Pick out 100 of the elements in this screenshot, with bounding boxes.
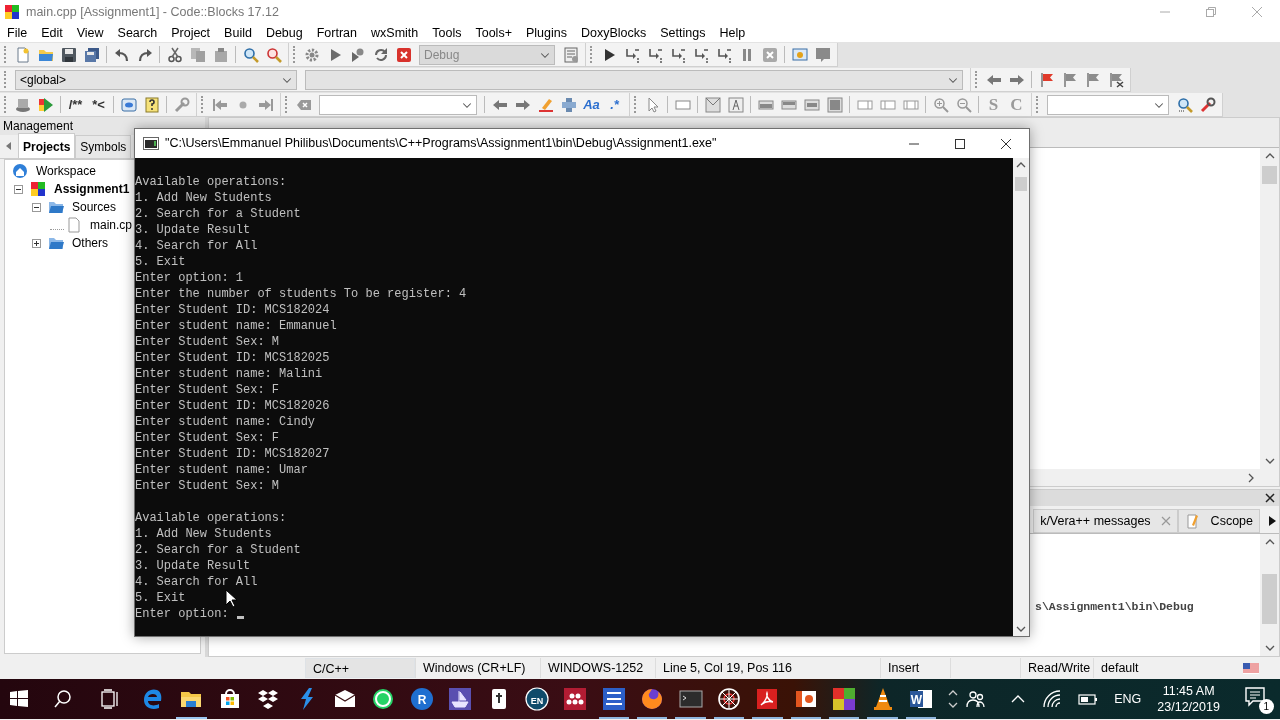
gear-icon[interactable] xyxy=(303,46,320,63)
cut-icon[interactable] xyxy=(166,46,183,63)
arrow-icon[interactable] xyxy=(37,96,54,113)
collapse-icon[interactable] xyxy=(14,184,23,194)
start-icon[interactable] xyxy=(9,689,30,709)
toolbar-button[interactable]: *< xyxy=(87,94,110,115)
people-icon[interactable] xyxy=(966,689,987,709)
image-icon[interactable] xyxy=(704,96,721,113)
toolbar-grip[interactable] xyxy=(634,96,638,113)
scrollbar[interactable] xyxy=(1013,158,1029,636)
clock-time[interactable]: 11:45 AM xyxy=(1162,683,1215,699)
stop-icon[interactable] xyxy=(395,46,412,63)
search-icon[interactable] xyxy=(52,689,73,709)
step-forward-icon[interactable] xyxy=(257,96,274,113)
close-icon[interactable] xyxy=(1265,493,1275,503)
scroll-right-icon[interactable] xyxy=(1247,472,1255,483)
redo-icon[interactable] xyxy=(136,46,153,63)
menu-item[interactable]: wxSmith xyxy=(364,24,426,42)
panel-tab[interactable]: Symbols xyxy=(75,135,132,158)
paste-icon[interactable] xyxy=(212,46,229,63)
scope-dropdown[interactable]: <global> xyxy=(15,69,297,90)
web-icon[interactable] xyxy=(717,687,741,711)
scroll-right-icon[interactable] xyxy=(1268,514,1277,527)
ship-icon[interactable] xyxy=(448,687,473,711)
highlighter-icon[interactable] xyxy=(537,96,554,113)
step-icon[interactable] xyxy=(669,46,686,63)
tree-item[interactable]: Others xyxy=(72,234,108,252)
menu-item[interactable]: Edit xyxy=(34,24,70,42)
save-all-icon[interactable] xyxy=(83,46,100,63)
help-icon[interactable] xyxy=(143,96,160,113)
battery-icon[interactable] xyxy=(1078,691,1099,707)
scrollbar[interactable] xyxy=(1260,534,1279,656)
target-list-icon[interactable] xyxy=(562,46,579,63)
save-icon[interactable] xyxy=(60,46,77,63)
flag-icon[interactable] xyxy=(1107,71,1124,88)
replace-icon[interactable] xyxy=(265,46,282,63)
clock-date[interactable]: 23/12/2019 xyxy=(1157,699,1220,715)
close-icon[interactable] xyxy=(1001,138,1011,149)
collapse-icon[interactable] xyxy=(32,202,41,212)
toolbar-button[interactable]: Aa xyxy=(580,94,603,115)
app-icon[interactable]: R xyxy=(409,687,434,711)
menu-item[interactable]: Plugins xyxy=(518,24,574,42)
step-icon[interactable] xyxy=(715,46,732,63)
step-back-icon[interactable] xyxy=(211,96,228,113)
toolbar-button[interactable]: .* xyxy=(603,94,626,115)
menu-item[interactable]: Project xyxy=(164,24,218,42)
expand-icon[interactable] xyxy=(32,238,41,248)
step-icon[interactable] xyxy=(692,46,709,63)
scroll-down-icon[interactable] xyxy=(1264,457,1275,465)
pdf-icon[interactable] xyxy=(755,687,780,711)
chat-icon[interactable] xyxy=(371,687,396,711)
notification-button[interactable]: 1 xyxy=(1243,685,1272,713)
tiles-icon[interactable] xyxy=(832,687,857,711)
wrench-icon[interactable] xyxy=(1199,96,1216,113)
scroll-down-icon[interactable] xyxy=(1264,644,1275,652)
window-icon[interactable] xyxy=(120,96,137,113)
menu-item[interactable]: Tools xyxy=(425,24,469,42)
step-icon[interactable] xyxy=(623,46,640,63)
tree-item[interactable]: main.cp xyxy=(90,216,133,234)
menu-item[interactable]: Search xyxy=(110,24,165,42)
scroll-up-icon[interactable] xyxy=(1264,152,1275,160)
scroll-thumb[interactable] xyxy=(1262,574,1277,624)
tool-icon[interactable] xyxy=(560,96,577,113)
toolbar-grip[interactable] xyxy=(4,71,8,88)
menu-item[interactable]: Help xyxy=(712,24,753,42)
taskbar-button[interactable]: W xyxy=(901,679,941,719)
panel-tab[interactable]: Projects xyxy=(18,133,76,158)
build-run-icon[interactable] xyxy=(349,46,366,63)
zoom-out-icon[interactable] xyxy=(955,96,972,113)
app-icon[interactable]: EN xyxy=(524,687,549,711)
tree-item[interactable]: Sources xyxy=(72,198,117,216)
toolbar-grip[interactable] xyxy=(590,46,594,63)
undo-icon[interactable] xyxy=(113,46,130,63)
menu-item[interactable]: DoxyBlocks xyxy=(573,24,654,42)
taskbar-button[interactable]: EN xyxy=(517,679,557,719)
tree-item[interactable]: Assignment1 xyxy=(54,180,130,198)
toolbar-grip[interactable] xyxy=(285,96,289,113)
text-box-icon[interactable] xyxy=(727,96,744,113)
toolbar-grip[interactable] xyxy=(975,71,979,88)
menu-item[interactable]: View xyxy=(69,24,111,42)
panel-icon[interactable] xyxy=(803,96,820,113)
toolbar-grip[interactable] xyxy=(1036,96,1040,113)
toolbar-grip[interactable] xyxy=(4,96,8,113)
menu-item[interactable]: Settings xyxy=(653,24,713,42)
browser-icon[interactable] xyxy=(640,687,665,711)
menu-item[interactable]: File xyxy=(0,24,35,42)
toolbar-grip[interactable] xyxy=(4,46,8,63)
speech-bubble-icon[interactable] xyxy=(814,46,831,63)
zoom-in-icon[interactable] xyxy=(932,96,949,113)
toolbar-grip[interactable] xyxy=(293,46,297,63)
toolbar-button[interactable]: /** xyxy=(64,94,87,115)
maximize-icon[interactable] xyxy=(955,138,965,149)
log-tab[interactable]: Cscope xyxy=(1177,509,1260,533)
tree-item[interactable]: Workspace xyxy=(36,162,96,180)
panel-icon[interactable] xyxy=(826,96,843,113)
network-icon[interactable] xyxy=(563,687,588,711)
menu-item[interactable]: Build xyxy=(217,24,259,42)
rebuild-icon[interactable] xyxy=(372,46,389,63)
menu-item[interactable]: Fortran xyxy=(309,24,365,42)
scroll-up-icon[interactable] xyxy=(1016,161,1026,169)
